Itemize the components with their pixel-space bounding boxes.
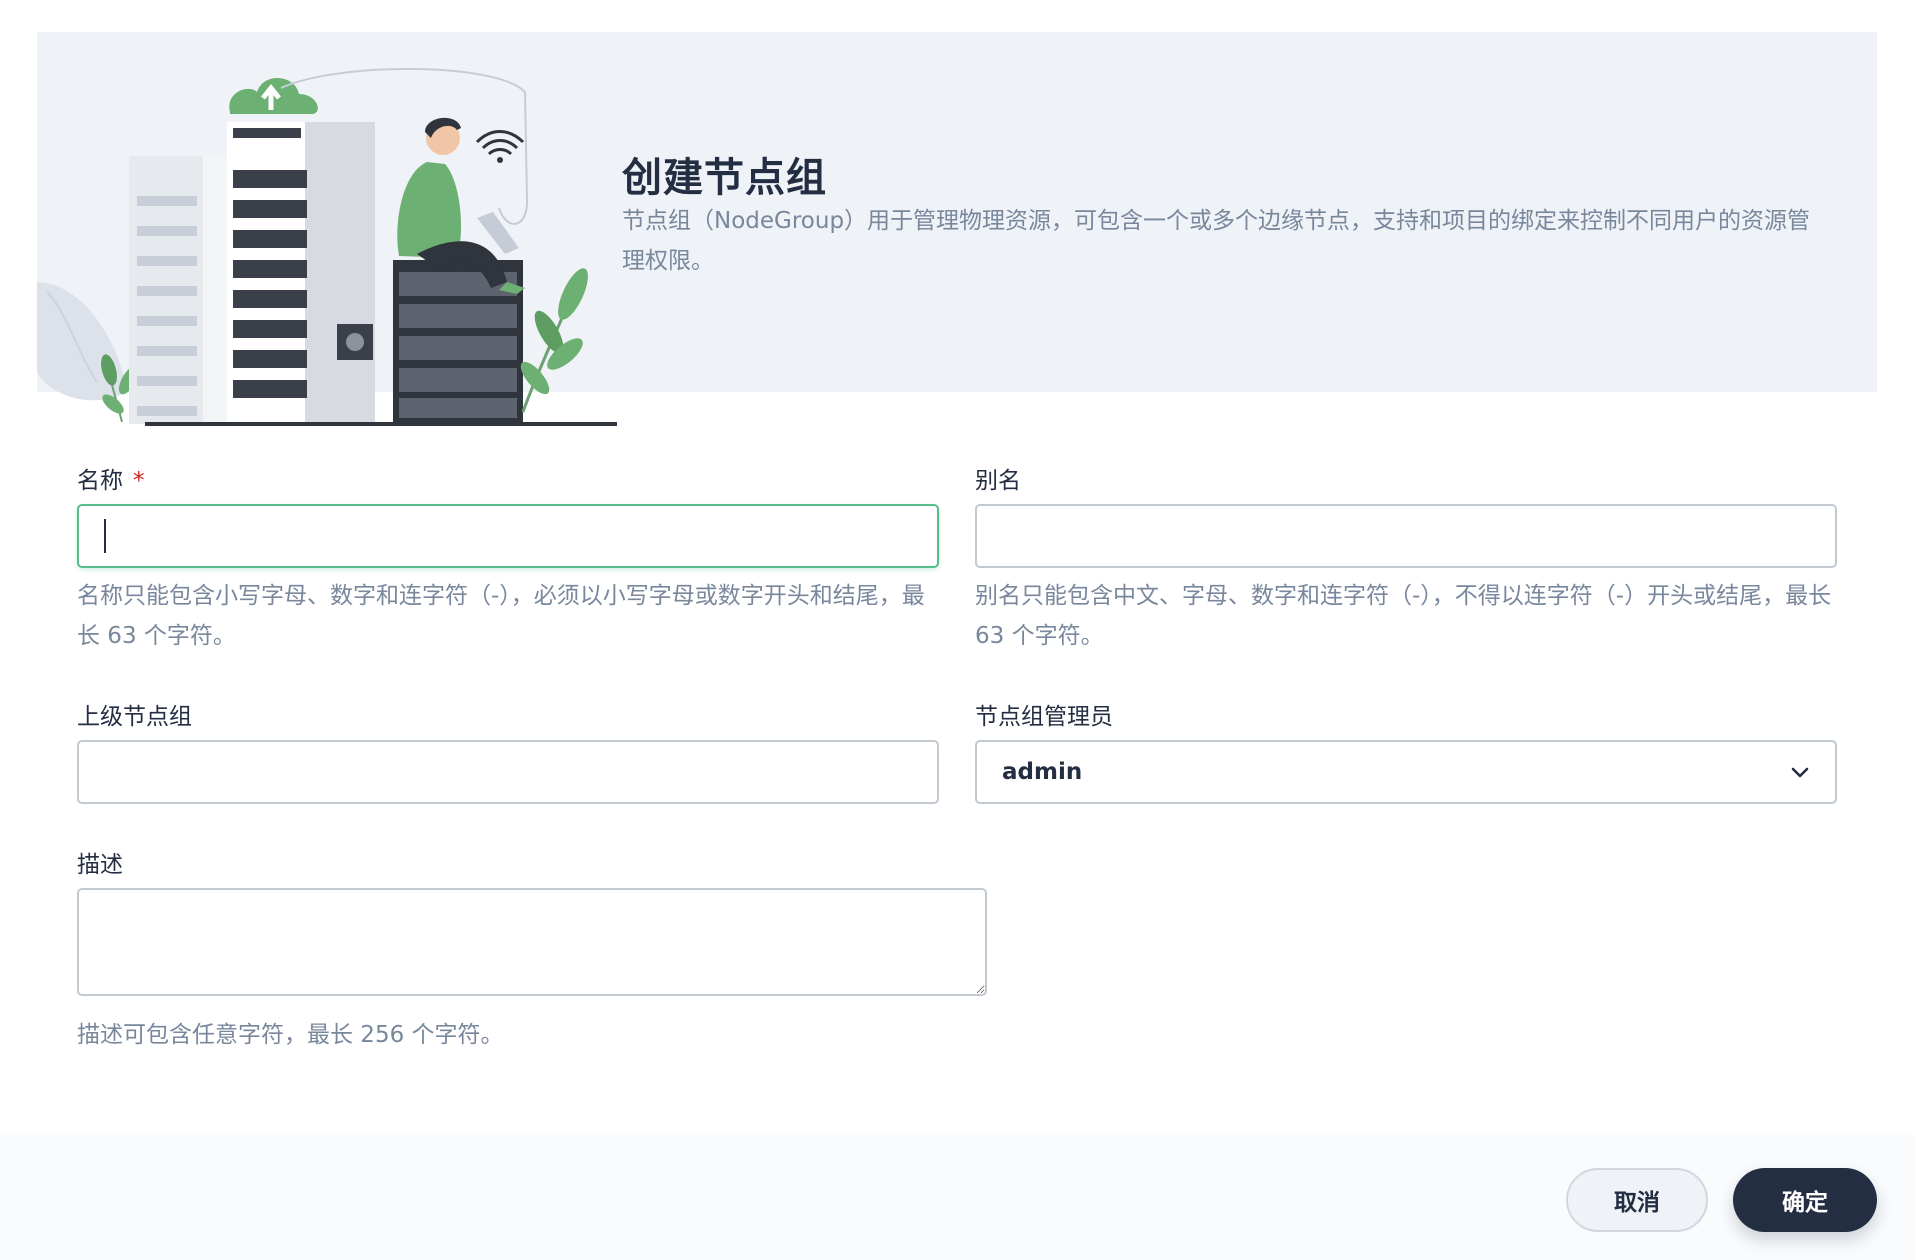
parent-nodegroup-label: 上级节点组	[77, 704, 192, 730]
description-hint: 描述可包含任意字符，最长 256 个字符。	[77, 1022, 504, 1048]
server-illustration	[37, 67, 617, 426]
description-label: 描述	[77, 852, 123, 878]
description-textarea[interactable]	[77, 888, 987, 996]
dialog-title: 创建节点组	[622, 155, 827, 201]
alias-label: 别名	[975, 468, 1021, 494]
alias-input[interactable]	[975, 504, 1837, 568]
dialog-description: 节点组（NodeGroup）用于管理物理资源，可包含一个或多个边缘节点，支持和项…	[622, 208, 1811, 274]
nodegroup-manager-value: admin	[1002, 759, 1083, 785]
create-nodegroup-dialog: 创建节点组 节点组（NodeGroup）用于管理物理资源，可包含一个或多个边缘节…	[0, 0, 1916, 1260]
nodegroup-manager-select[interactable]: admin	[975, 740, 1837, 804]
confirm-button[interactable]: 确定	[1733, 1168, 1877, 1232]
name-input[interactable]	[77, 504, 939, 568]
required-asterisk: *	[133, 468, 145, 494]
name-label: 名称 *	[77, 461, 145, 495]
cancel-button[interactable]: 取消	[1566, 1168, 1708, 1232]
nodegroup-manager-label: 节点组管理员	[975, 704, 1113, 730]
dialog-header-banner: 创建节点组 节点组（NodeGroup）用于管理物理资源，可包含一个或多个边缘节…	[37, 32, 1877, 426]
name-label-text: 名称	[77, 468, 123, 494]
parent-nodegroup-input[interactable]	[77, 740, 939, 804]
alias-hint: 别名只能包含中文、字母、数字和连字符（-），不得以连字符（-）开头或结尾，最长 …	[975, 583, 1832, 649]
text-cursor	[104, 519, 106, 553]
chevron-down-icon	[1791, 767, 1809, 778]
name-hint: 名称只能包含小写字母、数字和连字符（-），必须以小写字母或数字开头和结尾，最长 …	[77, 583, 925, 649]
